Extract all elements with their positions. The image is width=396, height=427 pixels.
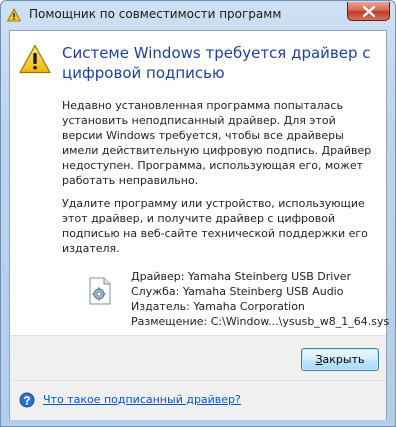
title-bar[interactable]: Помощник по совместимости программ xyxy=(1,1,395,29)
signed-driver-help-link[interactable]: Что такое подписанный драйвер? xyxy=(43,393,241,406)
driver-publisher: Издатель: Yamaha Corporation xyxy=(131,300,305,313)
footer: Что такое подписанный драйвер? xyxy=(10,380,386,420)
driver-details: Драйвер: Yamaha Steinberg USB Driver Слу… xyxy=(131,269,389,329)
description-paragraph: Недавно установленная программа попытала… xyxy=(62,99,372,187)
warning-icon xyxy=(19,44,51,74)
dialog-heading: Системе Windows требуется драйвер с цифр… xyxy=(62,44,371,82)
driver-file-icon xyxy=(89,277,111,305)
button-bar: Закрыть xyxy=(10,335,386,381)
warning-icon xyxy=(7,8,21,22)
close-button[interactable]: Закрыть xyxy=(301,348,379,371)
close-window-button[interactable] xyxy=(347,2,390,21)
close-button-label: акрыть xyxy=(322,353,365,366)
window-title: Помощник по совместимости программ xyxy=(29,7,282,21)
close-button-accelerator: З xyxy=(315,353,323,366)
close-icon xyxy=(362,6,376,17)
help-icon xyxy=(19,392,35,408)
dialog-window: Помощник по совместимости программ Систе… xyxy=(0,0,396,427)
instruction-paragraph: Удалите программу или устройство, исполь… xyxy=(62,197,368,255)
driver-name: Драйвер: Yamaha Steinberg USB Driver xyxy=(131,270,352,283)
driver-location: Размещение: C:\Window...\ysusb_w8_1_64.s… xyxy=(131,315,390,328)
driver-service: Служба: Yamaha Steinberg USB Audio xyxy=(131,285,344,298)
dialog-content: Системе Windows требуется драйвер с цифр… xyxy=(9,30,389,420)
